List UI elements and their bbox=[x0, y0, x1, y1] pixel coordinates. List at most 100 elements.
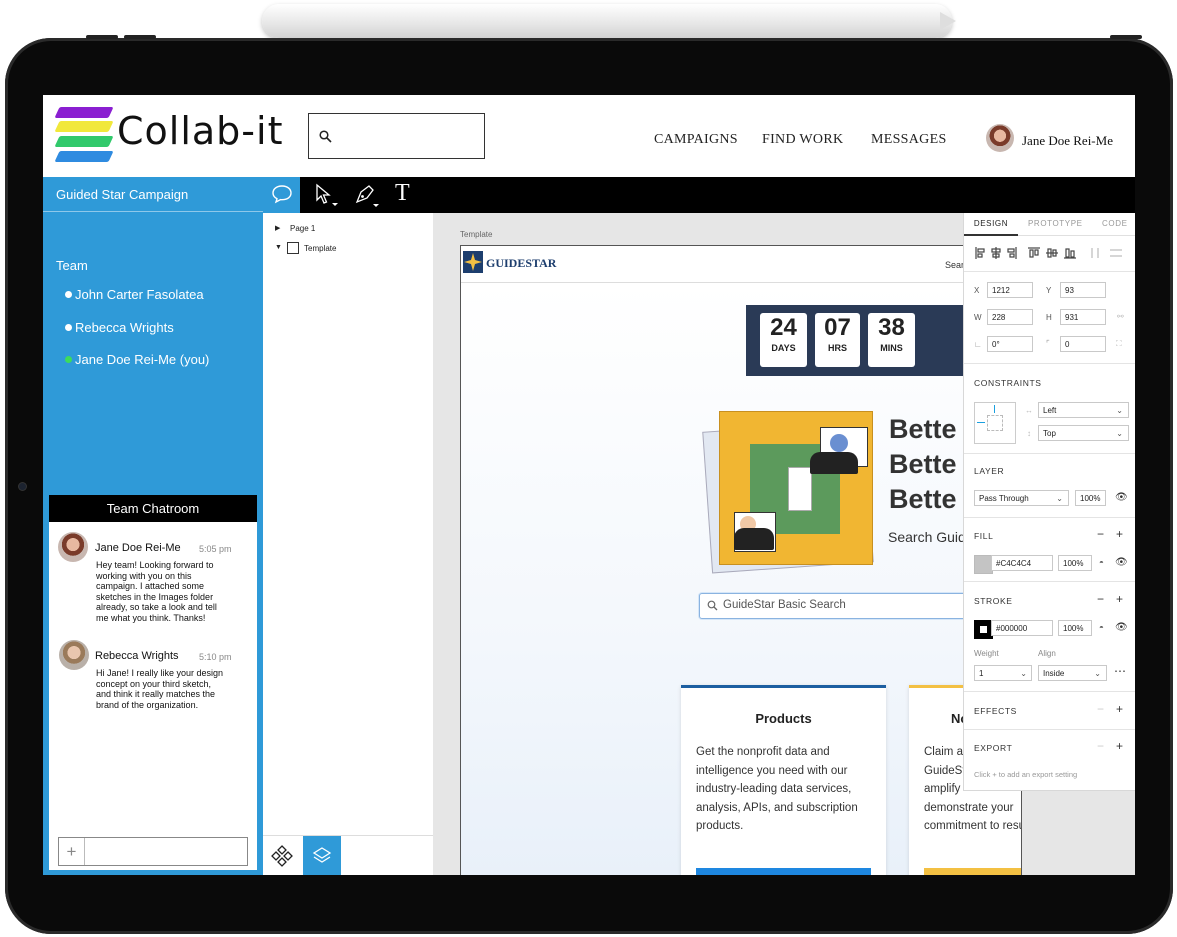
fill-opacity-field[interactable]: 100% bbox=[1058, 555, 1092, 571]
chatroom-title: Team Chatroom bbox=[49, 495, 257, 522]
horizontal-constraint-icon: ↔ bbox=[1025, 406, 1033, 415]
add-export-button[interactable]: + bbox=[1116, 739, 1123, 753]
team-member[interactable]: Rebecca Wrights bbox=[65, 320, 174, 335]
layer-opacity-field[interactable]: 100% bbox=[1075, 490, 1106, 506]
artboard[interactable]: GUIDESTAR Sear 24 DAYS 07 HRS 38 MINS Be… bbox=[460, 245, 1022, 875]
rotation-field[interactable]: 0° bbox=[987, 336, 1033, 352]
components-icon[interactable] bbox=[271, 845, 293, 867]
corner-radius-icon: ⌜ bbox=[1046, 339, 1050, 348]
add-fill-button[interactable]: + bbox=[1116, 527, 1123, 541]
collapse-arrow-icon[interactable]: ▼ bbox=[275, 244, 282, 251]
message-time: 5:05 pm bbox=[199, 544, 232, 554]
stroke-align-select[interactable]: Inside ⌄ bbox=[1038, 665, 1107, 681]
card-cta-button[interactable] bbox=[924, 868, 1021, 875]
status-dot bbox=[65, 324, 72, 331]
w-label: W bbox=[974, 313, 982, 322]
stroke-opacity-field[interactable]: 100% bbox=[1058, 620, 1092, 636]
horizontal-constraint-select[interactable]: Left ⌄ bbox=[1038, 402, 1129, 418]
hero-headline: Bette Bette Bette bbox=[889, 414, 957, 514]
remove-export-button[interactable]: − bbox=[1097, 739, 1104, 753]
nav-messages[interactable]: MESSAGES bbox=[871, 132, 947, 148]
align-toolbar bbox=[974, 246, 1129, 260]
independent-corners-icon[interactable]: ⛶ bbox=[1116, 339, 1122, 349]
expand-arrow-icon[interactable]: ▶ bbox=[275, 224, 280, 232]
message-time: 5:10 pm bbox=[199, 652, 232, 662]
member-name: Jane Doe Rei-Me (you) bbox=[75, 352, 210, 367]
constrain-proportions-icon[interactable]: ⚯ bbox=[1117, 312, 1124, 321]
vertical-constraint-icon: ↕ bbox=[1027, 429, 1031, 438]
layer-item[interactable]: Template bbox=[304, 244, 336, 253]
add-stroke-button[interactable]: + bbox=[1116, 592, 1123, 606]
layer-item[interactable]: Page 1 bbox=[290, 224, 315, 233]
vertical-constraint-select[interactable]: Top ⌄ bbox=[1038, 425, 1129, 441]
fill-heading: FILL bbox=[974, 531, 994, 541]
campaign-title[interactable]: Guided Star Campaign bbox=[43, 177, 263, 212]
fill-hex-field[interactable]: #C4C4C4 bbox=[991, 555, 1053, 571]
y-label: Y bbox=[1046, 286, 1052, 295]
remove-stroke-button[interactable]: − bbox=[1097, 592, 1104, 606]
remove-effect-button[interactable]: − bbox=[1097, 702, 1104, 716]
site-search-link[interactable]: Sear bbox=[945, 260, 964, 270]
team-member[interactable]: Jane Doe Rei-Me (you) bbox=[65, 352, 209, 367]
status-dot bbox=[65, 291, 72, 298]
nav-find-work[interactable]: FIND WORK bbox=[762, 132, 843, 148]
artboard-label: Template bbox=[460, 230, 493, 239]
user-avatar[interactable] bbox=[986, 124, 1014, 152]
search-input[interactable] bbox=[308, 113, 485, 159]
visibility-eye-icon[interactable]: 👁 bbox=[1115, 492, 1128, 503]
speech-bubble-icon bbox=[272, 185, 292, 204]
export-heading: EXPORT bbox=[974, 743, 1013, 753]
front-camera bbox=[19, 483, 26, 490]
width-field[interactable]: 228 bbox=[987, 309, 1033, 325]
message-author: Rebecca Wrights bbox=[95, 650, 179, 662]
constraints-widget[interactable] bbox=[974, 402, 1016, 444]
layers-panel: ▶ Page 1 ▼ Template bbox=[263, 213, 434, 875]
chat-input[interactable]: + bbox=[58, 837, 248, 866]
campaign-sidebar: Guided Star Campaign Team John Carter Fa… bbox=[43, 177, 263, 875]
blend-drop-icon[interactable]: ◓ bbox=[1099, 558, 1104, 567]
avatar bbox=[59, 640, 89, 670]
align-icons[interactable] bbox=[974, 246, 1129, 260]
inspector-tabs: DESIGN PROTOTYPE CODE bbox=[964, 213, 1135, 236]
visibility-eye-icon[interactable]: 👁 bbox=[1115, 622, 1128, 633]
stroke-weight-field[interactable]: 1 ⌄ bbox=[974, 665, 1032, 681]
user-name[interactable]: Jane Doe Rei-Me bbox=[1022, 133, 1113, 149]
add-attachment-button[interactable]: + bbox=[59, 838, 85, 865]
hero-illustration bbox=[719, 411, 873, 565]
add-effect-button[interactable]: + bbox=[1116, 702, 1123, 716]
tablet-screen: Collab-it CAMPAIGNS FIND WORK MESSAGES J… bbox=[43, 95, 1135, 875]
team-member[interactable]: John Carter Fasolatea bbox=[65, 287, 204, 302]
team-chatroom: Team Chatroom Jane Doe Rei-Me 5:05 pm He… bbox=[49, 495, 257, 870]
blend-drop-icon[interactable]: ◓ bbox=[1099, 623, 1104, 632]
pen-tool-icon[interactable] bbox=[353, 182, 381, 210]
illustration-person-body bbox=[734, 528, 774, 550]
card-cta-button[interactable] bbox=[696, 868, 871, 875]
member-name: John Carter Fasolatea bbox=[75, 287, 204, 302]
corner-radius-field[interactable]: 0 bbox=[1060, 336, 1106, 352]
remove-fill-button[interactable]: − bbox=[1097, 527, 1104, 541]
layers-tab-button[interactable] bbox=[303, 836, 341, 875]
illustration-person-body bbox=[810, 452, 858, 474]
stroke-hex-field[interactable]: #000000 bbox=[991, 620, 1053, 636]
tab-code[interactable]: CODE bbox=[1102, 213, 1128, 234]
nav-campaigns[interactable]: CAMPAIGNS bbox=[654, 132, 738, 148]
y-field[interactable]: 93 bbox=[1060, 282, 1106, 298]
frame-icon bbox=[287, 242, 299, 254]
height-field[interactable]: 931 bbox=[1060, 309, 1106, 325]
guidestar-star-icon bbox=[463, 251, 483, 273]
layers-footer bbox=[263, 835, 433, 875]
tab-design[interactable]: DESIGN bbox=[964, 213, 1018, 236]
tab-prototype[interactable]: PROTOTYPE bbox=[1028, 213, 1083, 234]
message-text: Hi Jane! I really like your design conce… bbox=[96, 668, 224, 710]
visibility-eye-icon[interactable]: 👁 bbox=[1115, 557, 1128, 568]
comment-tool-button[interactable] bbox=[263, 177, 300, 213]
pointer-tool-icon[interactable] bbox=[314, 183, 340, 209]
more-options-icon[interactable]: ⋯ bbox=[1114, 664, 1126, 678]
product-card[interactable]: Products Get the nonprofit data and inte… bbox=[681, 685, 886, 875]
effects-heading: EFFECTS bbox=[974, 706, 1017, 716]
stylus-pencil bbox=[262, 4, 952, 38]
countdown-hours: 07 HRS bbox=[815, 313, 860, 367]
blend-mode-select[interactable]: Pass Through ⌄ bbox=[974, 490, 1069, 506]
x-field[interactable]: 1212 bbox=[987, 282, 1033, 298]
text-tool-icon[interactable]: T bbox=[395, 180, 410, 207]
